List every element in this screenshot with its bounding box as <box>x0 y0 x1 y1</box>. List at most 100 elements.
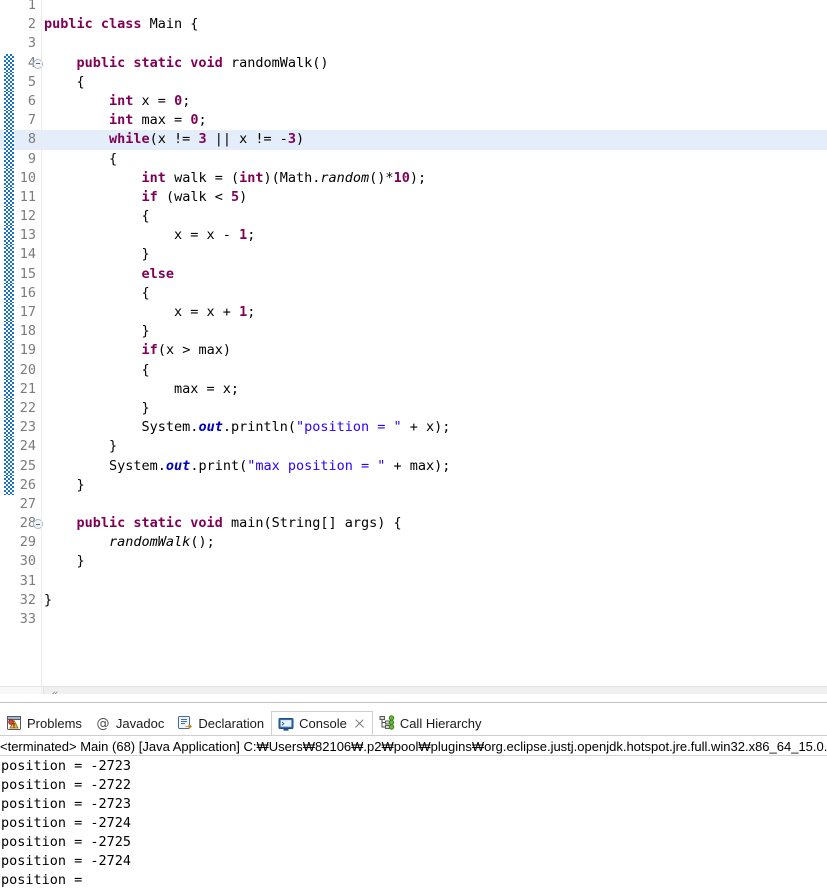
code-line-20[interactable]: 20 { <box>0 360 827 380</box>
code-line-17[interactable]: 17 x = x + 1; <box>0 303 827 323</box>
line-number: 16 <box>19 284 36 301</box>
line-number: 30 <box>19 553 36 570</box>
token-pln <box>44 93 109 109</box>
code-line-19[interactable]: 19 if(x > max) <box>0 341 827 361</box>
view-tab-label: Declaration <box>198 715 265 731</box>
code-line-9[interactable]: 9 { <box>0 149 827 169</box>
code-line-1[interactable]: 1 <box>0 0 827 15</box>
view-tab-problems[interactable]: Problems <box>0 711 89 735</box>
code-text: { <box>44 284 150 303</box>
token-pln: { <box>44 361 150 378</box>
code-text: x = x + 1; <box>44 303 255 322</box>
code-text: randomWalk(); <box>44 533 215 552</box>
code-line-11[interactable]: 11 if (walk < 5) <box>0 187 827 208</box>
line-number: 13 <box>19 227 36 244</box>
token-kw: 1 <box>239 227 248 244</box>
view-tab-javadoc[interactable]: @ Javadoc <box>89 711 171 735</box>
editor-code-rows[interactable]: 1 2 public class Main {3 4 public static vo… <box>0 0 827 629</box>
token-pln: { <box>44 284 150 301</box>
code-line-2[interactable]: 2 public class Main { <box>0 15 827 34</box>
line-number: 18 <box>19 323 36 340</box>
code-text: { <box>44 150 117 169</box>
line-number: 25 <box>19 457 36 474</box>
view-tab-label: Javadoc <box>115 715 165 731</box>
code-line-24[interactable]: 24 } <box>0 437 827 457</box>
code-line-7[interactable]: 7 int max = 0; <box>0 111 827 131</box>
code-line-30[interactable]: 30 } <box>0 552 827 571</box>
token-pln: { <box>44 73 85 90</box>
view-tab-call-hierarchy[interactable]: Call Hierarchy <box>373 711 489 735</box>
code-line-26[interactable]: 26 } <box>0 475 827 495</box>
code-line-21[interactable]: 21 max = x; <box>0 379 827 399</box>
token-pln <box>44 170 142 186</box>
code-text: } <box>44 552 85 571</box>
line-number: 17 <box>19 304 36 320</box>
hscroll-thumb[interactable] <box>0 687 44 694</box>
token-pln: || x != - <box>206 131 288 148</box>
line-number: 31 <box>19 572 36 589</box>
token-pln: (x != <box>149 131 199 148</box>
code-text: else <box>44 265 175 284</box>
console-output-area[interactable]: position = -2723 position = -2722 position… <box>0 757 827 889</box>
line-number: 4 <box>27 54 36 71</box>
token-kw: if <box>141 342 158 359</box>
token-pln: .println( <box>222 419 296 436</box>
code-line-16[interactable]: 16 { <box>0 283 827 303</box>
line-number: 2 <box>27 16 36 33</box>
editor-horizontal-scrollbar[interactable]: « <box>0 686 827 694</box>
code-text: if(x > max) <box>44 341 231 360</box>
code-line-29[interactable]: 29 randomWalk(); <box>0 533 827 552</box>
token-kw: public static void <box>76 515 231 532</box>
chevron-left-icon[interactable]: « <box>47 687 63 694</box>
code-line-22[interactable]: 22 } <box>0 398 827 419</box>
code-line-6[interactable]: 6 int x = 0; <box>0 91 827 112</box>
code-line-10[interactable]: 10 int walk = (int)(Math.random()*10); <box>0 168 827 188</box>
code-line-27[interactable]: 27 <box>0 495 827 514</box>
code-line-15[interactable]: 15 else <box>0 264 827 284</box>
view-tab-bar[interactable]: Problems @ Javadoc Declaration Console Call H… <box>0 711 827 735</box>
code-line-3[interactable]: 3 <box>0 34 827 53</box>
token-kw: int <box>109 112 142 129</box>
code-line-18[interactable]: 18 } <box>0 322 827 342</box>
token-pln: ) <box>296 131 305 148</box>
code-text: } <box>44 476 85 495</box>
java-editor[interactable]: 1 2 public class Main {3 4 public static vo… <box>0 0 827 694</box>
code-line-33[interactable]: 33 <box>0 610 827 629</box>
code-text: { <box>44 207 150 226</box>
token-str: "position = " <box>295 419 402 436</box>
code-text: } <box>44 245 150 264</box>
view-tab-console[interactable]: Console <box>271 711 373 735</box>
code-line-12[interactable]: 12 { <box>0 207 827 227</box>
view-tab-label: Console <box>299 716 347 731</box>
code-line-14[interactable]: 14 } <box>0 245 827 265</box>
line-number: 5 <box>27 73 36 90</box>
close-icon[interactable] <box>354 718 365 729</box>
token-kw: 3 <box>287 131 297 148</box>
code-line-25[interactable]: 25 System.out.print("max position = " + … <box>0 456 827 476</box>
token-pln: walk = ( <box>174 169 240 186</box>
token-kw: 3 <box>198 131 207 148</box>
token-pln: { <box>44 150 118 167</box>
code-line-5[interactable]: 5 { <box>0 72 827 92</box>
token-pln: } <box>44 323 150 340</box>
token-pln: } <box>44 553 85 570</box>
line-number: 14 <box>19 246 36 263</box>
code-line-8[interactable]: 8 while(x != 3 || x != -3) <box>0 130 827 150</box>
token-kw: int <box>141 169 175 186</box>
code-line-23[interactable]: 23 System.out.println("position = " + x)… <box>0 418 827 438</box>
code-line-31[interactable]: 31 <box>0 572 827 591</box>
token-pln: ; <box>182 92 191 109</box>
declaration-icon <box>177 715 193 731</box>
code-text: int max = 0; <box>44 111 207 130</box>
token-pln: ; <box>198 112 207 129</box>
code-text: if (walk < 5) <box>44 188 248 207</box>
javadoc-icon: @ <box>95 715 111 732</box>
code-line-4[interactable]: 4 public static void randomWalk() <box>0 53 827 73</box>
token-pln: x = x + <box>44 304 240 320</box>
code-line-32[interactable]: 32} <box>0 591 827 610</box>
token-pln: + max); <box>385 457 451 474</box>
code-line-13[interactable]: 13 x = x - 1; <box>0 226 827 246</box>
code-line-28[interactable]: 28 public static void main(String[] args… <box>0 514 827 533</box>
line-number: 15 <box>19 265 36 282</box>
view-tab-declaration[interactable]: Declaration <box>171 711 271 735</box>
